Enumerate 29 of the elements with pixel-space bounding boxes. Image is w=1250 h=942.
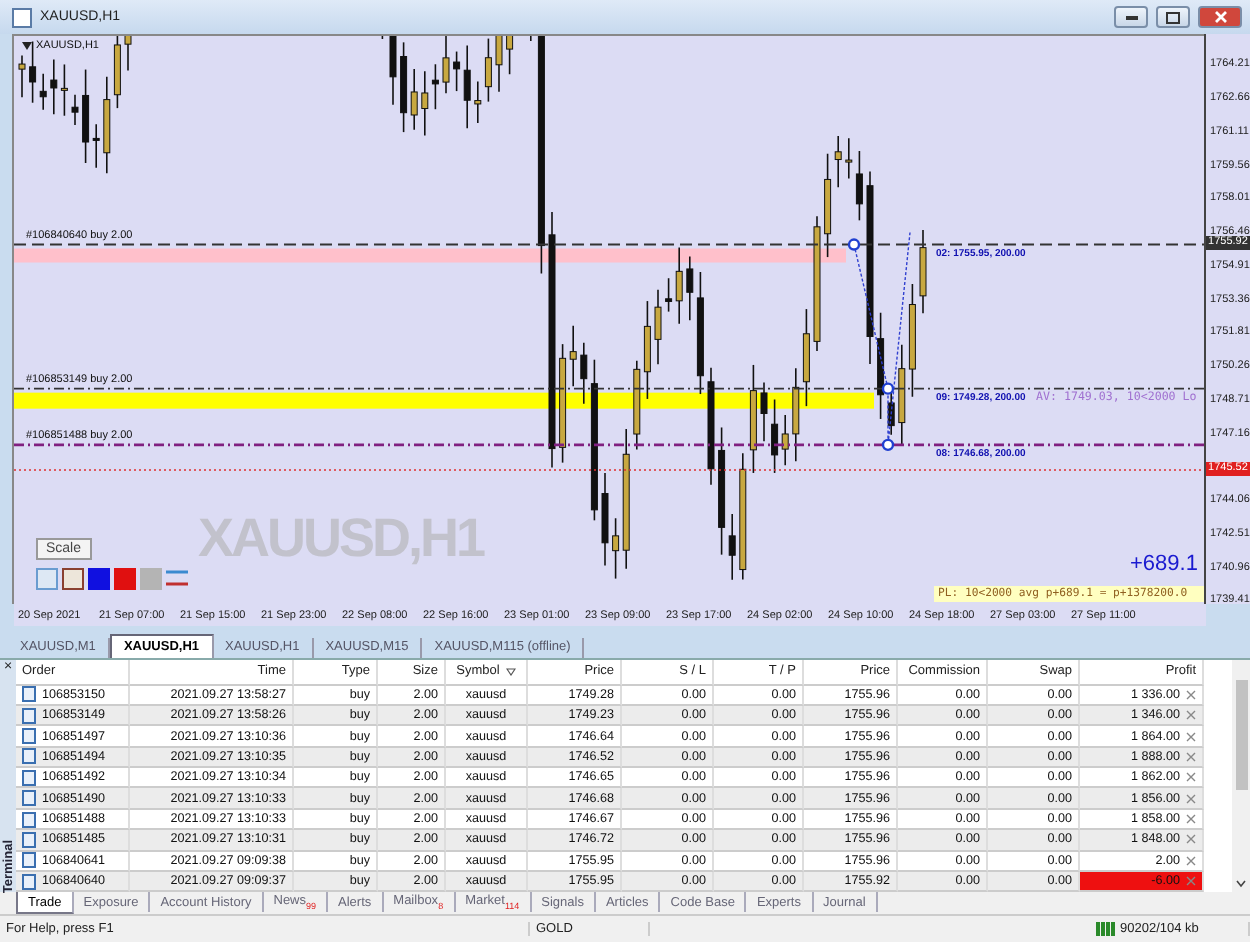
close-icon[interactable]: [1186, 814, 1196, 825]
color-swatch[interactable]: [88, 568, 110, 591]
connection-bars-icon: [1096, 922, 1116, 937]
chart-window-icon: [12, 7, 32, 28]
scrollbar[interactable]: [1232, 659, 1250, 893]
close-icon[interactable]: [1186, 855, 1196, 866]
close-icon[interactable]: [1186, 772, 1196, 783]
sort-icon: [505, 667, 516, 676]
color-swatch[interactable]: [114, 568, 136, 591]
color-swatch[interactable]: [140, 568, 162, 591]
maximize-button[interactable]: [1156, 6, 1190, 29]
close-button[interactable]: [1198, 6, 1242, 29]
dropdown-icon[interactable]: [22, 42, 32, 51]
profit-value: +689.1: [1130, 552, 1198, 577]
maximize-icon: [1166, 11, 1180, 24]
minimize-icon: [1125, 15, 1137, 20]
close-icon[interactable]: [1186, 710, 1196, 721]
close-icon[interactable]: [1186, 834, 1196, 845]
close-icon[interactable]: [1186, 689, 1196, 700]
close-icon[interactable]: [1186, 751, 1196, 762]
close-icon[interactable]: [1186, 793, 1196, 804]
line-style-icon[interactable]: [166, 568, 188, 591]
close-icon: [1213, 10, 1227, 25]
color-swatch[interactable]: [36, 568, 58, 591]
color-swatch[interactable]: [62, 568, 84, 591]
candlestick-group: [18, 36, 132, 175]
close-icon[interactable]: [1186, 731, 1196, 741]
minimize-button[interactable]: [1114, 6, 1148, 29]
scroll-down-icon[interactable]: [1236, 880, 1246, 889]
